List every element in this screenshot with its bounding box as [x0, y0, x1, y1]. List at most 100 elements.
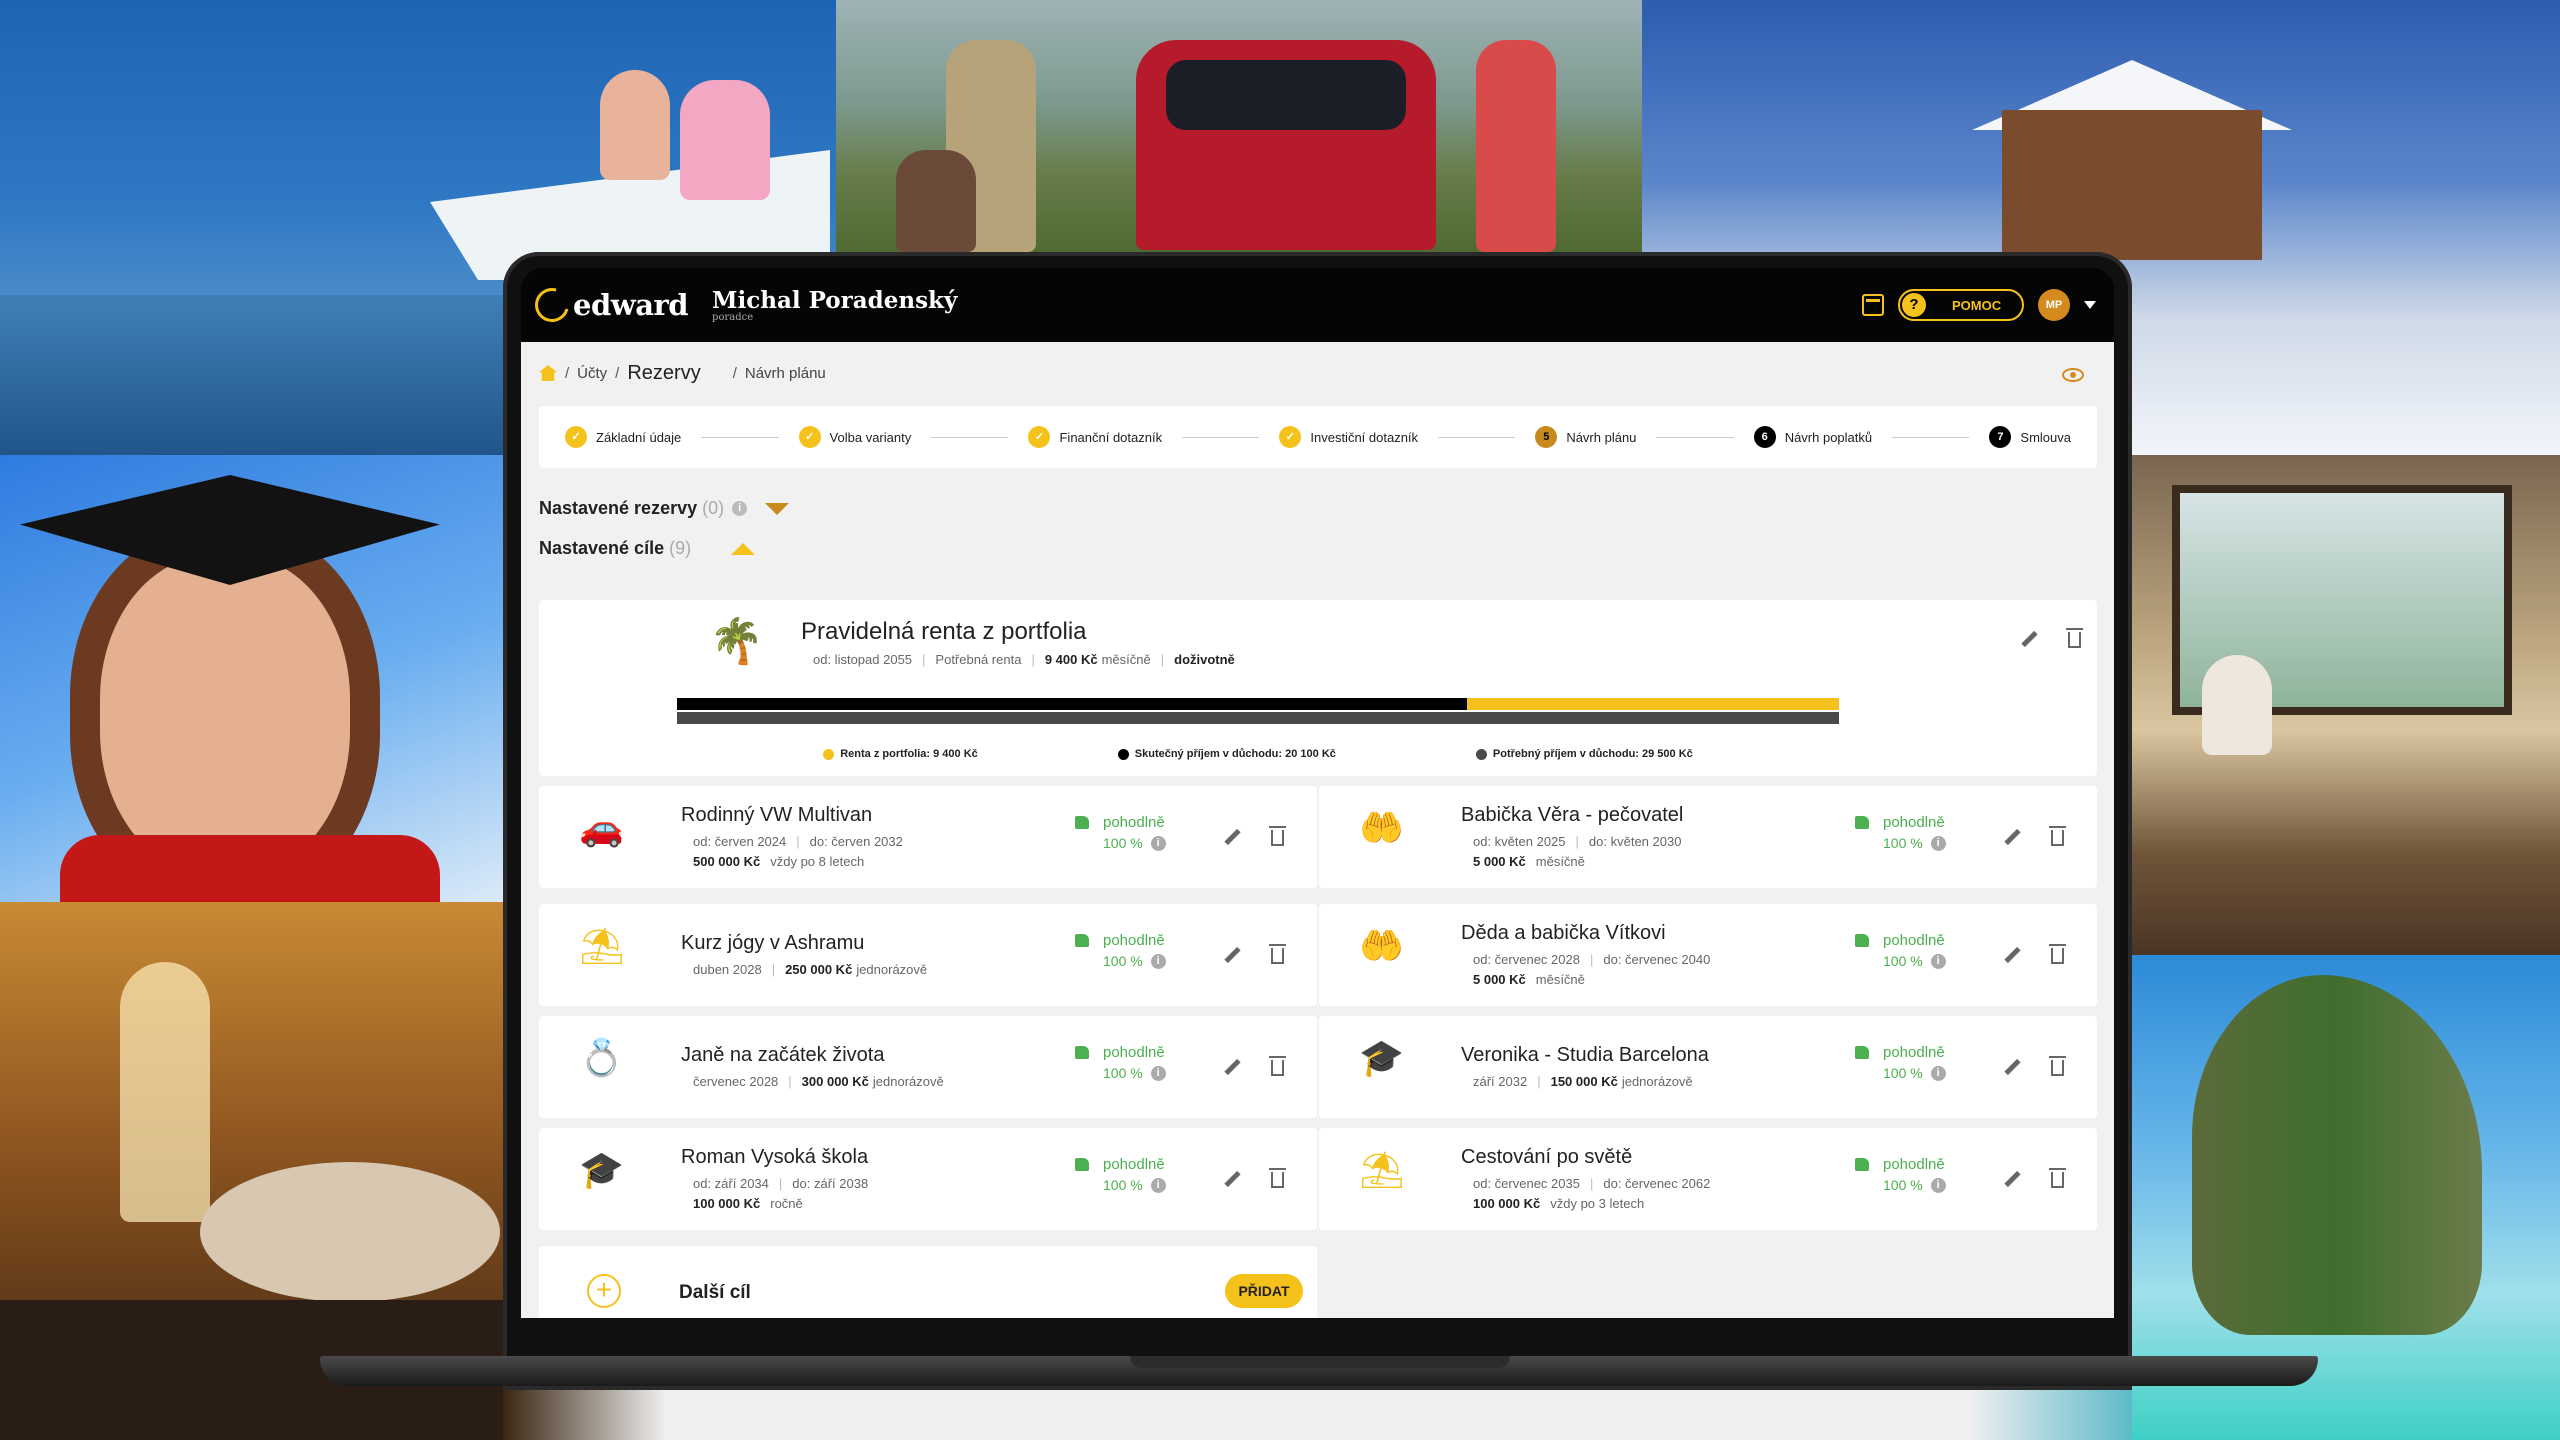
step-label: Volba varianty	[829, 429, 912, 445]
goal-amount: 100 000 Kč vždy po 3 letech	[1473, 1196, 1645, 1211]
edit-icon[interactable]	[2003, 946, 2021, 964]
goal-actions	[2003, 826, 2066, 846]
plus-circle-icon[interactable]: +	[587, 1274, 621, 1308]
renta-title: Pravidelná renta z portfolia	[801, 618, 1087, 645]
thumbs-up-icon	[1855, 934, 1869, 947]
step-connector	[1656, 436, 1734, 438]
goal-card: 🤲 Děda a babička Vítkovi od: červenec 2028…	[1319, 904, 2097, 1006]
logo-ring-icon	[528, 281, 576, 329]
photo-graduate	[0, 455, 503, 902]
breadcrumb-accounts[interactable]: Účty	[577, 365, 607, 382]
trash-icon[interactable]	[2049, 1168, 2066, 1188]
step-connector	[701, 436, 779, 438]
chevron-down-icon[interactable]	[2084, 301, 2096, 309]
goal-amount: 500 000 Kč vždy po 8 letech	[693, 854, 865, 869]
info-icon[interactable]: i	[1150, 835, 1166, 851]
advisor-block: Michal Poradenský poradce	[712, 287, 957, 323]
edit-icon[interactable]	[1223, 1170, 1241, 1188]
step-7[interactable]: 7 Smlouva	[1989, 426, 2071, 448]
reserves-header[interactable]: Nastavené rezervy (0) i	[539, 498, 790, 519]
hands-icon: 🤲	[1359, 807, 1404, 848]
income-progress-bar	[677, 698, 1839, 724]
edit-icon[interactable]	[1223, 1058, 1241, 1076]
step-number: 5	[1535, 426, 1558, 448]
bar-renta	[1467, 698, 1839, 710]
edit-icon[interactable]	[2020, 630, 2038, 648]
edit-icon[interactable]	[2003, 1170, 2021, 1188]
info-icon[interactable]: i	[1150, 953, 1166, 969]
bar-actual-income	[677, 698, 1468, 710]
grad-icon: 🎓	[1359, 1037, 1404, 1078]
header-actions: ? POMOC MP	[1862, 289, 2096, 321]
trash-icon[interactable]	[1269, 826, 1286, 846]
edward-logo[interactable]: edward	[528, 281, 689, 329]
breadcrumb-current: Rezervy	[627, 361, 701, 384]
laptop-frame: edward Michal Poradenský poradce ? POMOC…	[503, 252, 2132, 1390]
edit-icon[interactable]	[1223, 828, 1241, 846]
rings-icon: 💍	[579, 1037, 624, 1078]
edit-icon[interactable]	[2003, 828, 2021, 846]
trash-icon[interactable]	[1269, 1168, 1286, 1188]
advisor-name: Michal Poradenský	[712, 287, 958, 314]
eye-icon[interactable]	[2062, 368, 2084, 382]
edit-icon[interactable]	[2003, 1058, 2021, 1076]
info-icon[interactable]: i	[732, 501, 748, 516]
trash-icon[interactable]	[2049, 826, 2066, 846]
collapse-triangle-icon[interactable]	[731, 542, 756, 555]
goal-card: 🎓 Roman Vysoká škola od: září 2034 | do: zář…	[539, 1128, 1317, 1230]
add-goal-button[interactable]: PŘIDAT	[1225, 1274, 1303, 1308]
step-connector	[1438, 436, 1516, 438]
home-icon[interactable]	[539, 365, 557, 381]
trash-icon[interactable]	[1269, 944, 1286, 964]
goal-actions	[1223, 826, 1286, 846]
info-icon[interactable]: i	[1150, 1177, 1166, 1193]
info-icon[interactable]: i	[1930, 953, 1946, 969]
avatar[interactable]: MP	[2038, 289, 2070, 321]
thumbs-up-icon	[1855, 1046, 1869, 1059]
photo-yoga	[2132, 455, 2560, 955]
step-4[interactable]: Investiční dotazník	[1279, 426, 1418, 448]
step-6[interactable]: 6 Návrh poplatků	[1753, 426, 1872, 448]
thumbs-up-icon	[1855, 816, 1869, 829]
info-icon[interactable]: i	[1930, 1177, 1946, 1193]
goals-header[interactable]: Nastavené cíle (9)	[539, 538, 756, 559]
step-connector	[931, 436, 1009, 438]
info-icon[interactable]: i	[1930, 1065, 1946, 1081]
expand-triangle-icon[interactable]	[765, 502, 790, 515]
goal-status: pohodlně 100 % i	[1075, 1044, 1166, 1081]
check-icon	[1279, 426, 1302, 448]
step-number: 6	[1753, 426, 1776, 448]
bar-needed-income	[677, 712, 1839, 724]
breadcrumb-plan[interactable]: Návrh plánu	[745, 365, 826, 382]
step-3[interactable]: Finanční dotazník	[1028, 426, 1162, 448]
edit-icon[interactable]	[1223, 946, 1241, 964]
goal-amount: 5 000 Kč měsíčně	[1473, 972, 1585, 987]
step-2[interactable]: Volba varianty	[798, 426, 912, 448]
goal-status: pohodlně 100 % i	[1075, 814, 1166, 851]
step-label: Finanční dotazník	[1059, 429, 1163, 445]
step-5[interactable]: 5 Návrh plánu	[1535, 426, 1636, 448]
goal-card: 🎓 Veronika - Studia Barcelona září 2032 | 15…	[1319, 1016, 2097, 1118]
goal-status: pohodlně 100 % i	[1855, 932, 1946, 969]
help-button[interactable]: ? POMOC	[1898, 289, 2024, 321]
car-icon: 🚗	[579, 807, 624, 848]
info-icon[interactable]: i	[1930, 835, 1946, 851]
check-icon	[798, 426, 821, 448]
legend-label: Renta z portfolia: 9 400 Kč	[840, 748, 978, 760]
goal-dates: od: září 2034 | do: září 2038	[693, 1176, 869, 1191]
check-icon	[565, 426, 587, 448]
goal-dates: od: červenec 2035 | do: červenec 2062	[1473, 1176, 1711, 1191]
info-icon[interactable]: i	[1150, 1065, 1166, 1081]
photo-strip	[503, 1390, 2132, 1440]
goal-status: pohodlně 100 % i	[1855, 1156, 1946, 1193]
laptop-screen: edward Michal Poradenský poradce ? POMOC…	[521, 268, 2114, 1318]
trash-icon[interactable]	[2066, 628, 2083, 648]
calendar-icon[interactable]	[1862, 294, 1884, 316]
add-goal-label: Další cíl	[679, 1282, 751, 1303]
trash-icon[interactable]	[2049, 1056, 2066, 1076]
trash-icon[interactable]	[1269, 1056, 1286, 1076]
goal-dates: od: květen 2025 | do: květen 2030	[1473, 834, 1682, 849]
step-1[interactable]: Základní údaje	[565, 426, 681, 448]
progress-legend: Renta z portfolia: 9 400 Kč Skutečný příj…	[677, 748, 1839, 760]
trash-icon[interactable]	[2049, 944, 2066, 964]
